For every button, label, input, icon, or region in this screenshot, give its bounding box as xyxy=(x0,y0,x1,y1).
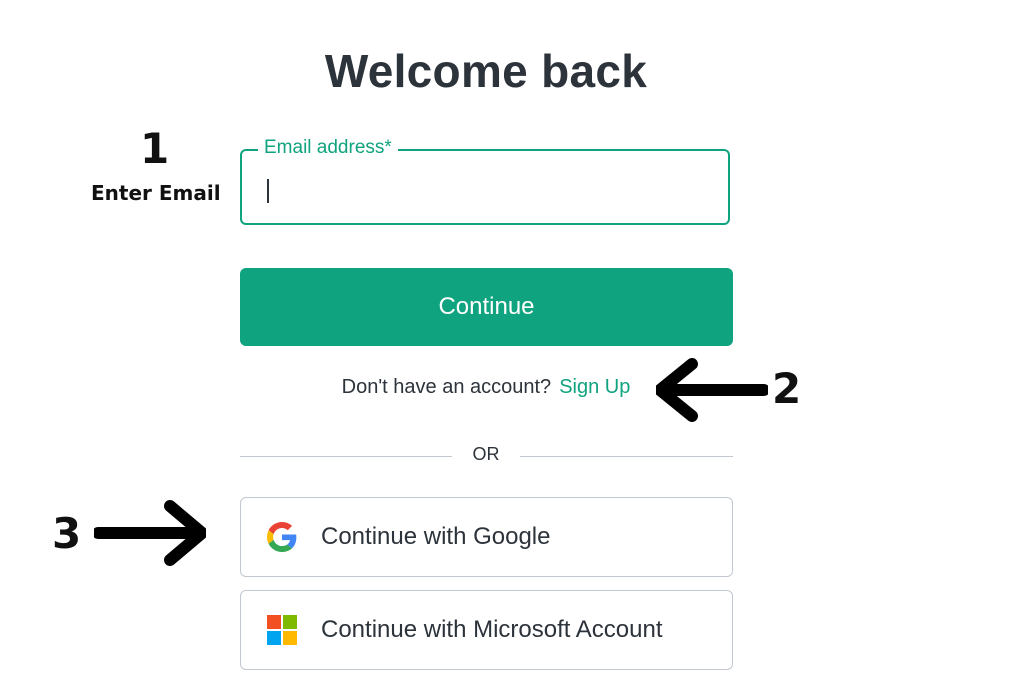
continue-button[interactable]: Continue xyxy=(240,268,733,346)
divider-or-label: OR xyxy=(472,444,500,464)
step-2-number: 2 xyxy=(772,364,802,413)
continue-with-google-button[interactable]: Continue with Google xyxy=(240,497,733,577)
microsoft-button-label: Continue with Microsoft Account xyxy=(321,616,663,643)
microsoft-icon-red-square xyxy=(267,615,281,629)
signup-prompt: Don't have an account? xyxy=(341,376,552,398)
divider-line-right xyxy=(520,456,733,457)
google-button-label: Continue with Google xyxy=(321,523,551,550)
left-arrow-icon xyxy=(656,358,768,422)
step-1-caption: Enter Email xyxy=(91,181,221,205)
email-input[interactable] xyxy=(266,175,710,207)
continue-with-microsoft-button[interactable]: Continue with Microsoft Account xyxy=(240,590,733,670)
step-1-number: 1 xyxy=(140,124,170,173)
microsoft-icon-blue-square xyxy=(267,631,281,645)
microsoft-icon-yellow-square xyxy=(283,631,297,645)
step-3-number: 3 xyxy=(52,509,82,558)
email-field[interactable]: Email address* xyxy=(240,137,730,225)
email-field-label: Email address* xyxy=(258,137,398,159)
sign-up-link[interactable]: Sign Up xyxy=(559,376,630,398)
page-title: Welcome back xyxy=(324,45,648,97)
microsoft-icon-green-square xyxy=(283,615,297,629)
microsoft-icon xyxy=(267,615,297,645)
google-icon xyxy=(267,522,297,552)
divider-line-left xyxy=(240,456,452,457)
right-arrow-icon xyxy=(94,500,206,566)
signup-row: Don't have an account? Sign Up xyxy=(0,376,972,399)
